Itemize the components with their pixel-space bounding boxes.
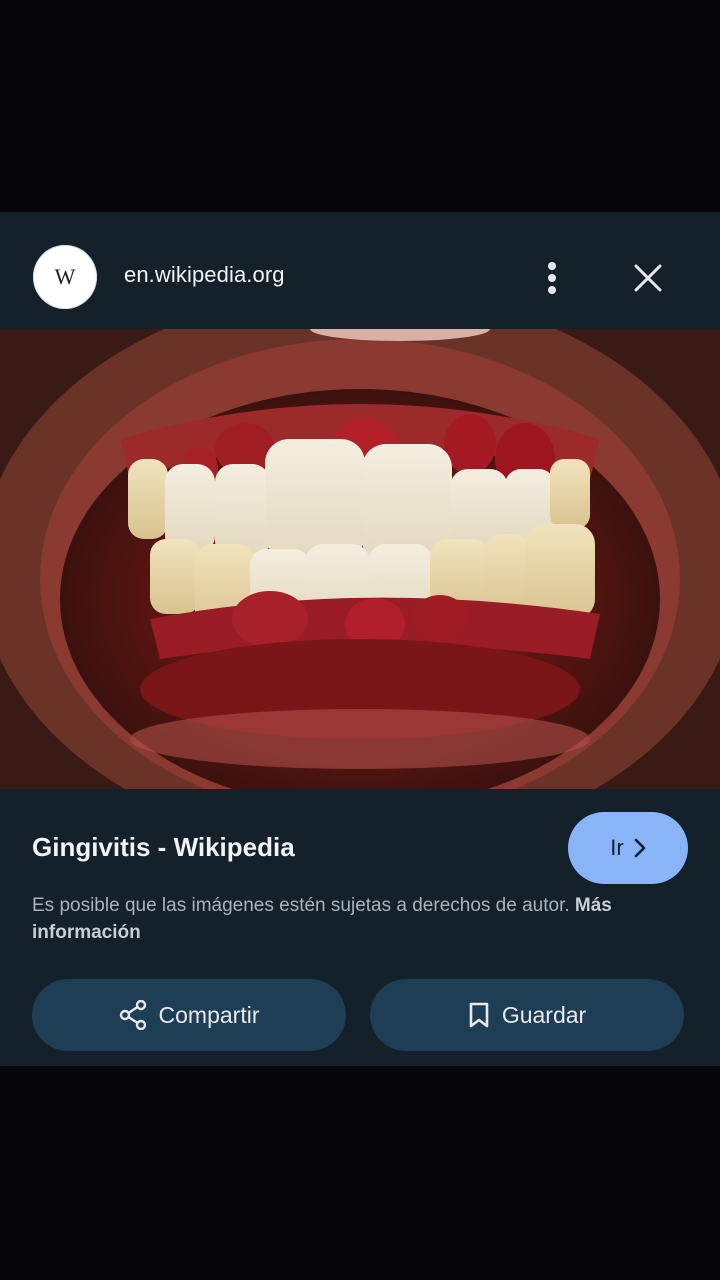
save-label: Guardar [501, 1001, 587, 1028]
share-icon [119, 1000, 146, 1030]
favicon-letter: W [54, 264, 76, 289]
image-preview-sheet: W en.wikipedia.org Gingivitis - Wikipedi… [0, 212, 720, 1066]
source-domain[interactable]: en.wikipedia.org [124, 262, 285, 288]
share-button[interactable]: Compartir [32, 979, 346, 1051]
gum-photo-illustration [0, 329, 720, 789]
close-icon [634, 264, 662, 292]
copyright-text: Es posible que las imágenes estén sujeta… [32, 895, 570, 916]
bookmark-icon [469, 1002, 489, 1028]
go-button[interactable]: Ir [568, 812, 688, 884]
more-vert-icon [548, 262, 556, 294]
save-button[interactable]: Guardar [370, 979, 684, 1051]
result-title[interactable]: Gingivitis - Wikipedia [32, 832, 295, 863]
preview-image[interactable] [0, 329, 720, 789]
share-label: Compartir [158, 1001, 260, 1028]
preview-header: W en.wikipedia.org [0, 212, 720, 329]
more-options-button[interactable] [528, 254, 576, 302]
copyright-notice: Es posible que las imágenes estén sujeta… [32, 892, 682, 946]
result-title-row: Gingivitis - Wikipedia Ir [0, 812, 720, 886]
screen: W en.wikipedia.org Gingivitis - Wikipedi… [0, 0, 720, 1280]
close-button[interactable] [624, 254, 672, 302]
go-button-label: Ir [610, 835, 624, 860]
chevron-right-icon [634, 838, 646, 858]
site-favicon: W [33, 245, 97, 309]
